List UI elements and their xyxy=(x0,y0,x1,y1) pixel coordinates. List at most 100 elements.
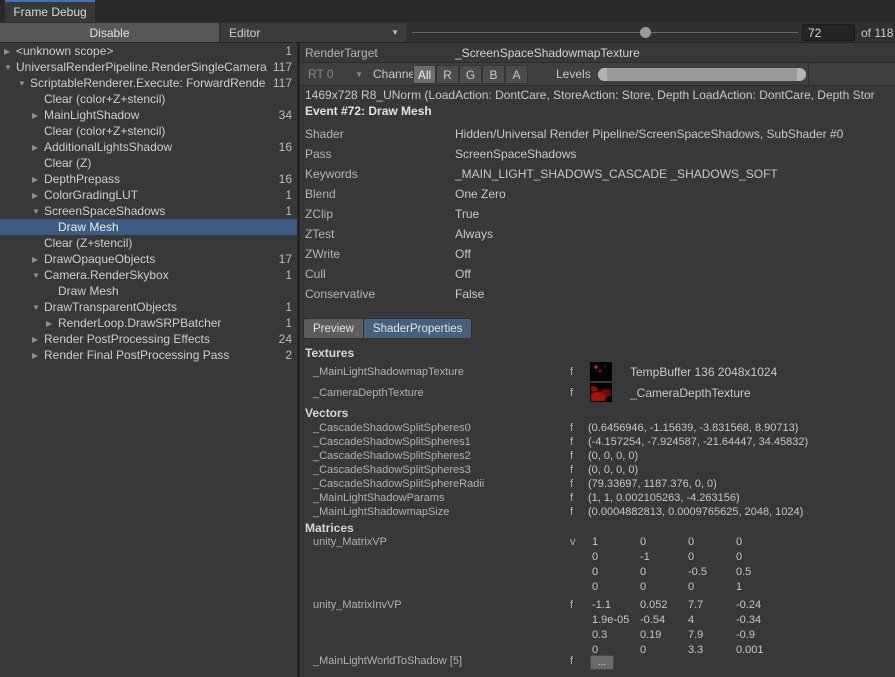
matrices-section-heading: Matrices xyxy=(305,521,354,536)
property-row-shader: ShaderHidden/Universal Render Pipeline/S… xyxy=(300,124,895,144)
tree-row-draw-transparent-objects[interactable]: ▼DrawTransparentObjects1 xyxy=(0,299,297,315)
tree-row-unknown-scope[interactable]: ▶<unknown scope>1 xyxy=(0,43,297,59)
event-properties: ShaderHidden/Universal Render Pipeline/S… xyxy=(300,124,895,304)
tree-row-clear-color-z-stencil-2[interactable]: ▶Clear (color+Z+stencil) xyxy=(0,123,297,139)
tab-frame-debug[interactable]: Frame Debug xyxy=(5,0,95,22)
property-row-blend: BlendOne Zero xyxy=(300,184,895,204)
tree-row-draw-opaque-objects[interactable]: ▶DrawOpaqueObjects17 xyxy=(0,251,297,267)
tab-shader-properties[interactable]: ShaderProperties xyxy=(363,318,473,339)
chevron-right-icon[interactable]: ▶ xyxy=(4,47,16,56)
chevron-right-icon[interactable]: ▶ xyxy=(46,319,58,328)
vector-row: _MainLightShadowParamsf(1, 1, 0.00210526… xyxy=(300,491,895,505)
matrix-row-unity-matrixvp: unity_MatrixVP v 1000 0-100 00-0.50.5 00… xyxy=(300,536,895,598)
frame-total-label: of 118 xyxy=(861,24,893,41)
chevron-down-icon: ▼ xyxy=(391,28,399,37)
property-row-ztest: ZTestAlways xyxy=(300,224,895,244)
tree-row-render-final-postprocessing-pass[interactable]: ▶Render Final PostProcessing Pass2 xyxy=(0,347,297,363)
vector-row: _CascadeShadowSplitSphereRadiif(79.33697… xyxy=(300,477,895,491)
texture-thumbnail[interactable] xyxy=(590,383,612,402)
matrix-row-main-light-world-to-shadow: _MainLightWorldToShadow [5] f ... xyxy=(300,655,895,675)
property-row-keywords: Keywords_MAIN_LIGHT_SHADOWS_CASCADE _SHA… xyxy=(300,164,895,184)
rt-index-value: RT 0 xyxy=(308,67,334,81)
levels-label: Levels xyxy=(556,65,591,83)
expand-matrix-array-button[interactable]: ... xyxy=(590,655,614,670)
channel-button-r[interactable]: R xyxy=(436,65,459,84)
property-row-zwrite: ZWriteOff xyxy=(300,244,895,264)
disable-button-label: Disable xyxy=(89,26,129,40)
event-tree-panel: ▶<unknown scope>1 ▼UniversalRenderPipeli… xyxy=(0,43,297,677)
texture-thumbnail[interactable] xyxy=(590,362,612,381)
matrix-row-unity-matrixinvvp: unity_MatrixInvVP f -1.10.0527.7-0.24 1.… xyxy=(300,599,895,661)
disable-button[interactable]: Disable xyxy=(0,23,219,42)
chevron-right-icon[interactable]: ▶ xyxy=(32,175,44,184)
chevron-right-icon[interactable]: ▶ xyxy=(32,351,44,360)
event-title: Event #72: Draw Mesh xyxy=(305,104,432,120)
tree-row-main-light-shadow[interactable]: ▶MainLightShadow34 xyxy=(0,107,297,123)
chevron-right-icon[interactable]: ▶ xyxy=(32,111,44,120)
frame-number-value: 72 xyxy=(808,26,821,40)
tree-row-scriptable-renderer-execute[interactable]: ▼ScriptableRenderer.Execute: ForwardRend… xyxy=(0,75,297,91)
channel-button-g[interactable]: G xyxy=(459,65,482,84)
vectors-section-heading: Vectors xyxy=(305,406,348,421)
event-detail-panel: RenderTarget _ScreenSpaceShadowmapTextur… xyxy=(300,43,895,677)
vector-row: _CascadeShadowSplitSpheres2f(0, 0, 0, 0) xyxy=(300,449,895,463)
chevron-down-icon[interactable]: ▼ xyxy=(32,303,44,312)
property-row-conservative: ConservativeFalse xyxy=(300,284,895,304)
chevron-right-icon[interactable]: ▶ xyxy=(32,335,44,344)
tab-preview[interactable]: Preview xyxy=(303,318,363,339)
tree-row-render-postprocessing-effects[interactable]: ▶Render PostProcessing Effects24 xyxy=(0,331,297,347)
vector-row: _CascadeShadowSplitSpheres1f(-4.157254, … xyxy=(300,435,895,449)
frame-slider-handle[interactable] xyxy=(640,27,651,38)
tree-row-color-grading-lut[interactable]: ▶ColorGradingLUT1 xyxy=(0,187,297,203)
levels-slider-bar[interactable] xyxy=(598,68,806,81)
frame-slider[interactable] xyxy=(412,23,798,42)
property-row-zclip: ZClipTrue xyxy=(300,204,895,224)
vector-row: _CascadeShadowSplitSpheres0f(0.6456946, … xyxy=(300,421,895,435)
property-row-pass: PassScreenSpaceShadows xyxy=(300,144,895,164)
textures-section-heading: Textures xyxy=(305,346,354,361)
channel-button-a[interactable]: A xyxy=(505,65,528,84)
tree-row-renderloop-draw-srp-batcher[interactable]: ▶RenderLoop.DrawSRPBatcher1 xyxy=(0,315,297,331)
tree-row-clear-color-z-stencil[interactable]: ▶Clear (color+Z+stencil) xyxy=(0,91,297,107)
levels-slider-max-handle[interactable] xyxy=(797,68,806,81)
tree-row-clear-z-stencil[interactable]: ▶Clear (Z+stencil) xyxy=(0,235,297,251)
chevron-down-icon[interactable]: ▼ xyxy=(32,271,44,280)
texture-row-main-light-shadowmap: _MainLightShadowmapTexture f TempBuffer … xyxy=(300,362,895,383)
tree-row-screen-space-shadows[interactable]: ▼ScreenSpaceShadows1 xyxy=(0,203,297,219)
chevron-right-icon[interactable]: ▶ xyxy=(32,143,44,152)
chevron-right-icon[interactable]: ▶ xyxy=(32,191,44,200)
vector-row: _CascadeShadowSplitSpheres3f(0, 0, 0, 0) xyxy=(300,463,895,477)
target-dropdown[interactable]: Editor ▼ xyxy=(221,23,406,42)
tree-row-draw-mesh-skybox[interactable]: ▶Draw Mesh xyxy=(0,283,297,299)
detail-tabs: Preview ShaderProperties xyxy=(303,318,472,339)
tree-row-draw-mesh-selected[interactable]: ▶Draw Mesh xyxy=(0,219,297,235)
tree-row-clear-z[interactable]: ▶Clear (Z) xyxy=(0,155,297,171)
levels-range-slider[interactable] xyxy=(598,66,806,83)
render-target-toolbar: RT 0 ▼ Channels All R G B A Levels xyxy=(300,62,895,86)
frame-slider-track[interactable] xyxy=(412,32,798,33)
chevron-down-icon[interactable]: ▼ xyxy=(18,79,30,88)
frame-debugger-window: Frame Debug Disable Editor ▼ 72 of 118 ▶… xyxy=(0,0,895,677)
vector-row: _MainLightShadowmapSizef(0.0004882813, 0… xyxy=(300,505,895,519)
render-target-label: RenderTarget xyxy=(305,44,378,62)
texture-row-camera-depth: _CameraDepthTexture f _CameraDepthTextur… xyxy=(300,383,895,404)
chevron-down-icon: ▼ xyxy=(355,70,363,79)
levels-slider-min-handle[interactable] xyxy=(598,68,607,81)
chevron-down-icon[interactable]: ▼ xyxy=(32,207,44,216)
toolbar-separator xyxy=(808,63,809,85)
tree-row-render-single-camera[interactable]: ▼UniversalRenderPipeline.RenderSingleCam… xyxy=(0,59,297,75)
tree-row-camera-render-skybox[interactable]: ▼Camera.RenderSkybox1 xyxy=(0,267,297,283)
rt-index-dropdown[interactable]: RT 0 ▼ xyxy=(302,65,368,83)
tree-row-depth-prepass[interactable]: ▶DepthPrepass16 xyxy=(0,171,297,187)
channel-button-b[interactable]: B xyxy=(482,65,505,84)
render-target-row: RenderTarget _ScreenSpaceShadowmapTextur… xyxy=(300,44,895,62)
tree-row-additional-lights-shadow[interactable]: ▶AdditionalLightsShadow16 xyxy=(0,139,297,155)
render-target-value: _ScreenSpaceShadowmapTexture xyxy=(455,44,640,62)
channel-button-all[interactable]: All xyxy=(413,65,436,84)
frame-number-input[interactable]: 72 xyxy=(802,24,855,41)
chevron-right-icon[interactable]: ▶ xyxy=(32,255,44,264)
toolbar: Disable Editor ▼ 72 of 118 xyxy=(0,22,895,43)
tab-title: Frame Debug xyxy=(13,5,86,19)
titlebar: Frame Debug xyxy=(0,0,895,22)
chevron-down-icon[interactable]: ▼ xyxy=(4,63,16,72)
